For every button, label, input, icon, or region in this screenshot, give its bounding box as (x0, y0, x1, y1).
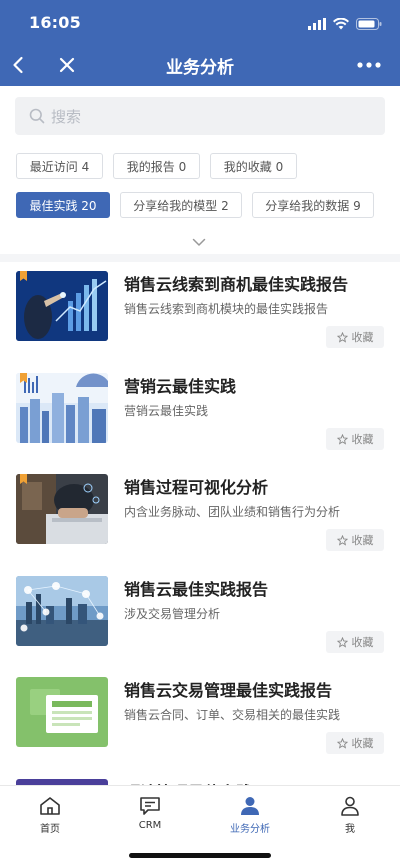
report-title: 销售云最佳实践报告 (124, 580, 269, 599)
wifi-icon (333, 15, 349, 34)
report-thumbnail (16, 677, 108, 747)
report-card[interactable]: 销售云最佳实践报告 涉及交易管理分析 收藏 (0, 576, 400, 678)
tab-crm[interactable]: CRM (100, 796, 200, 831)
favorite-button[interactable]: 收藏 (326, 529, 384, 551)
home-indicator (129, 853, 271, 858)
favorite-button[interactable]: 收藏 (326, 326, 384, 348)
nav-bar: 业务分析 (0, 44, 400, 86)
report-card[interactable]: 营销云最佳实践 营销云最佳实践 收藏 (0, 373, 400, 475)
tab-label: 我 (345, 824, 355, 835)
battery-icon (356, 15, 382, 34)
report-title: 销售云线索到商机最佳实践报告 (124, 275, 349, 294)
filter-chip-shared-models[interactable]: 分享给我的模型 2 (120, 192, 242, 218)
report-description: 涉及交易管理分析 (124, 607, 221, 621)
status-icons (308, 15, 382, 34)
report-description: 销售云线索到商机模块的最佳实践报告 (124, 302, 329, 316)
filter-chip-shared-data[interactable]: 分享给我的数据 9 (252, 192, 374, 218)
favorite-label: 收藏 (351, 636, 374, 649)
signal-icon (308, 15, 326, 34)
favorite-button[interactable]: 收藏 (326, 631, 384, 653)
chevron-down-icon (192, 238, 206, 246)
report-description: 销售云合同、订单、交易相关的最佳实践 (124, 708, 341, 722)
tab-label: 业务分析 (230, 824, 270, 835)
report-title: 营销云最佳实践 (124, 377, 237, 396)
star-icon (336, 433, 348, 445)
search-placeholder: 搜索 (51, 107, 82, 126)
tab-label: CRM (138, 820, 162, 831)
status-bar: 16:05 (0, 0, 400, 44)
filter-chip-my-reports[interactable]: 我的报告 0 (113, 153, 200, 179)
report-title: 销售云交易管理最佳实践报告 (124, 681, 333, 700)
report-card[interactable]: 销售云交易管理最佳实践报告 销售云合同、订单、交易相关的最佳实践 收藏 (0, 677, 400, 779)
person-outline-icon (341, 796, 359, 816)
report-title: 销售过程可视化分析 (124, 478, 269, 497)
tab-label: 首页 (40, 824, 60, 835)
favorite-button[interactable]: 收藏 (326, 428, 384, 450)
search-input[interactable]: 搜索 (15, 97, 385, 135)
report-thumbnail (16, 373, 108, 443)
report-description: 营销云最佳实践 (124, 404, 209, 418)
favorite-button[interactable]: 收藏 (326, 732, 384, 754)
chat-icon (140, 797, 160, 815)
report-card[interactable]: 销售云线索到商机最佳实践报告 销售云线索到商机模块的最佳实践报告 收藏 (0, 271, 400, 373)
home-icon (40, 797, 60, 815)
section-divider (0, 254, 400, 262)
tab-business-analysis[interactable]: 业务分析 (200, 796, 300, 835)
report-description: 内含业务脉动、团队业绩和销售行为分析 (124, 505, 341, 519)
star-icon (336, 534, 348, 546)
favorite-label: 收藏 (351, 331, 374, 344)
tab-home[interactable]: 首页 (0, 796, 100, 835)
star-icon (336, 331, 348, 343)
more-button[interactable] (356, 52, 382, 78)
expand-filters-button[interactable] (192, 232, 206, 251)
more-dots-icon (357, 62, 381, 68)
tab-me[interactable]: 我 (300, 796, 400, 835)
filter-chip-best-practice[interactable]: 最佳实践 20 (16, 192, 110, 218)
report-card[interactable]: 销售过程可视化分析 内含业务脉动、团队业绩和销售行为分析 收藏 (0, 474, 400, 576)
filter-chip-my-favorites[interactable]: 我的收藏 0 (210, 153, 297, 179)
person-filled-icon (241, 797, 259, 815)
star-icon (336, 737, 348, 749)
favorite-label: 收藏 (351, 433, 374, 446)
report-thumbnail (16, 271, 108, 341)
search-icon (29, 108, 45, 124)
star-icon (336, 636, 348, 648)
page-title: 业务分析 (166, 58, 234, 78)
report-thumbnail (16, 576, 108, 646)
filter-chip-recent[interactable]: 最近访问 4 (16, 153, 103, 179)
favorite-label: 收藏 (351, 534, 374, 547)
status-time: 16:05 (29, 13, 81, 32)
favorite-label: 收藏 (351, 737, 374, 750)
report-thumbnail (16, 474, 108, 544)
